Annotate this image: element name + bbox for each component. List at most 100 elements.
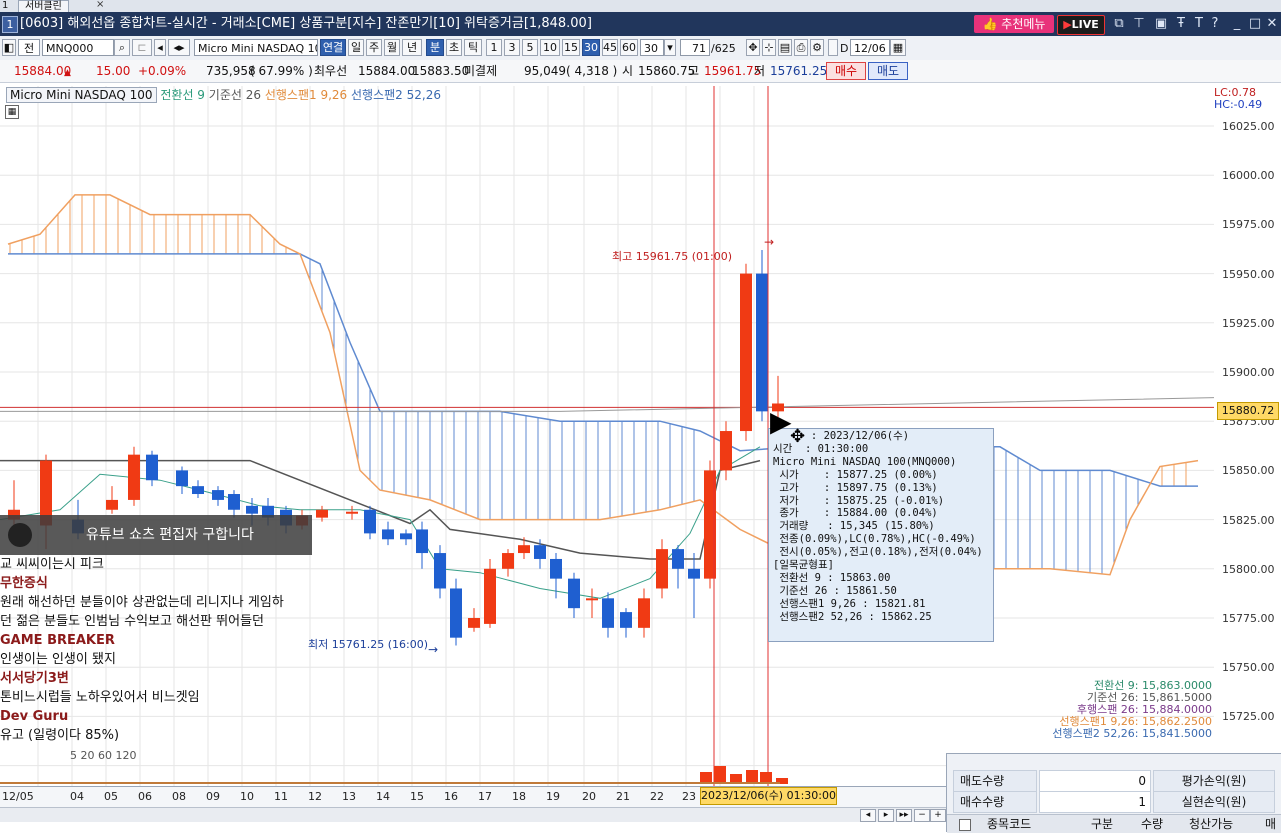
open-label: 시 [622,64,634,78]
symbol-code-input[interactable]: MNQ000 [42,39,114,56]
high-price: 15961.75 [704,64,762,78]
date-input[interactable]: 12/06 [850,39,890,56]
candle-body [416,529,428,554]
zoom-in-icon[interactable]: + [930,809,946,822]
candle-body [192,486,204,495]
scroll-end-icon[interactable]: ▸▸ [896,809,912,822]
tooltip-change-2: 전시(0.05%),전고(0.18%),전저(0.04%) [773,546,983,559]
col-qty: 수량 [1141,817,1164,831]
high-label: 고 [688,64,700,78]
legend-grid-icon[interactable]: ▦ [5,105,19,119]
period-btn-year[interactable]: 년 [402,39,422,56]
period-btn-minute[interactable]: 분 [426,39,444,56]
minute-btn-3[interactable]: 3 [504,39,520,56]
tooltip-senkou2: 선행스팬2 52,26 : 15862.25 [773,610,932,623]
volume-bar [746,770,758,784]
mouse-cursor-icon: ▶ [770,405,792,438]
chart-save-icon[interactable]: ▤ [778,39,792,56]
period-btn-continuous[interactable]: 연결 [320,39,346,56]
zoom-out-icon[interactable]: − [914,809,930,822]
period-btn-week[interactable]: 주 [366,39,382,56]
period-btn-month[interactable]: 월 [384,39,400,56]
price-axis[interactable]: LC:0.78 HC:-0.49 16025.00 16000.00 15975.0… [1214,86,1281,786]
tab-close-icon[interactable]: × [96,0,104,11]
minute-btn-10[interactable]: 10 [540,39,560,56]
date-tick-label: 13 [342,790,356,803]
chat-overlay: 무한증식 원래 해선하던 분들이야 상관없는데 리니지나 게임하 던 젊은 분들… [0,574,330,745]
minute-btn-30[interactable]: 30 [582,39,600,56]
date-tick-label: 14 [376,790,390,803]
tooltip-date: : 2023/12/06(수) [773,430,910,442]
interval-input[interactable]: 30 [640,39,664,56]
price-tick-label: 15925.00 [1222,316,1275,330]
price-tick-label: 15750.00 [1222,661,1275,675]
high-annotation: 최고 15961.75 (01:00) [612,250,733,263]
search-icon[interactable]: ⌕ [114,39,130,56]
best-bid: 15883.50 [412,64,470,78]
chat-message: 톤비느시럽들 노하우있어서 비느겟임 [0,690,200,705]
recommend-menu-label: 추천메뉴 [1001,17,1046,31]
date-tick-label: 08 [172,790,186,803]
minute-btn-60[interactable]: 60 [620,39,638,56]
candle-body [128,454,140,500]
d-checkbox[interactable] [828,39,838,56]
nav-arrows-icon[interactable]: ◂▸ [168,39,190,56]
chart-draw-icon[interactable]: ⊹ [762,39,776,56]
move-cursor-icon: ✥ [790,426,806,447]
date-tick-label: 16 [444,790,458,803]
bar-count-input[interactable]: 71 [680,39,710,56]
period-btn-tick[interactable]: 틱 [464,39,482,56]
select-all-checkbox[interactable] [959,819,971,831]
gear-icon[interactable]: ⚙ [810,39,824,56]
print-icon[interactable]: ⎙ [794,39,808,56]
minute-btn-15[interactable]: 15 [562,39,580,56]
chart-tools-icon[interactable]: ✥ [746,39,760,56]
chat-partial-line: 교 씨씨이는시 피크 [0,557,104,572]
candle-body [586,598,598,601]
calendar-icon[interactable]: ▦ [890,39,906,56]
live-button[interactable]: ▶LIVE [1057,15,1105,35]
sell-qty-row: 매도수량 0 평가손익(원) [953,770,1275,792]
candle-body [434,553,446,589]
chart-scrollbar[interactable]: ◂ ▸ ▸▸ − + [0,807,946,822]
symbol-name-field: Micro Mini NASDAQ 10 [194,39,318,56]
candle-body [364,509,376,534]
layout-icon[interactable]: ◧ [2,39,16,56]
candle-body [468,618,480,628]
maximize-icon[interactable]: □ [1246,15,1264,33]
buy-button[interactable]: 매수 [826,62,866,80]
minute-btn-45[interactable]: 45 [602,39,618,56]
minute-btn-1[interactable]: 1 [486,39,502,56]
capture-icon[interactable]: ▣ [1152,15,1170,33]
link-icon[interactable]: ⧉ [1110,15,1128,33]
minute-btn-5[interactable]: 5 [522,39,538,56]
help-icon[interactable]: ? [1206,15,1224,33]
font-icon[interactable]: Ŧ [1172,15,1190,33]
sell-button[interactable]: 매도 [868,62,908,80]
candle-body [638,598,650,628]
order-panel: 매도수량 0 평가손익(원) 매수수량 1 실현손익(원) 종목코드 구분 수량… [946,753,1281,833]
senkou2-line [8,253,1198,487]
recommend-menu-button[interactable]: 👍 추천메뉴 [974,15,1054,33]
sound-icon[interactable]: ◂ [154,39,166,56]
low-price: 15761.25 [770,64,828,78]
date-tick-label: 19 [546,790,560,803]
close-icon[interactable]: ✕ [1263,15,1281,33]
legend-senkou1: 선행스팬1 9,26 [264,88,348,102]
chat-message: 원래 해선하던 분들이야 상관없는데 리니지나 게임하 [0,595,284,610]
chat-name: 서서당기3변 [0,671,69,686]
price-tick-label: 15825.00 [1222,513,1275,527]
market-type-select[interactable]: 전 [18,39,40,56]
minimize-icon[interactable]: _ [1228,15,1246,33]
current-price: 15884.00 [14,64,72,78]
pin-icon[interactable]: ⊤ [1130,15,1148,33]
scroll-right-icon[interactable]: ▸ [878,809,894,822]
period-btn-day[interactable]: 일 [348,39,364,56]
tab-server-clean[interactable]: 서버클린 [18,0,69,12]
period-btn-second[interactable]: 초 [446,39,462,56]
compare-icon[interactable]: ⊏ [132,39,152,56]
chevron-down-icon[interactable]: ▾ [664,39,676,56]
candle-tooltip: : 2023/12/06(수) 시간 : 01:30:00 Micro Mini… [768,428,994,642]
scroll-left-icon[interactable]: ◂ [860,809,876,822]
price-change: 15.00 [96,64,131,78]
